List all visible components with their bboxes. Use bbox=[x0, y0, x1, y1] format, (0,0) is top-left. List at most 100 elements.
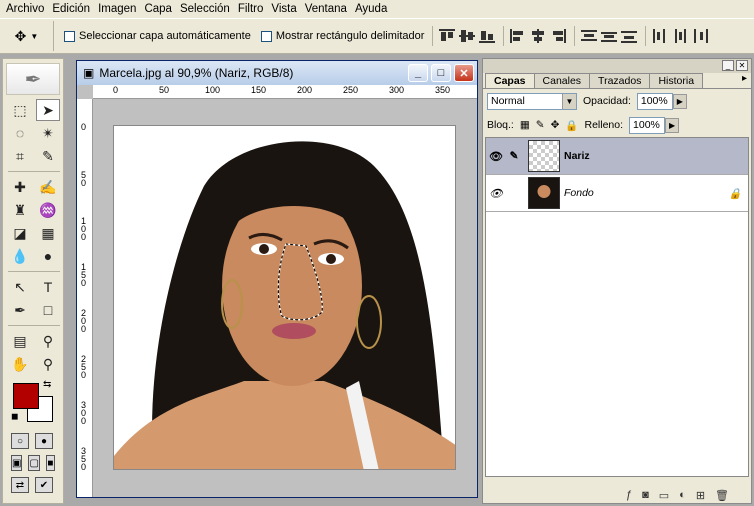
path-selection-tool-icon[interactable]: ↖ bbox=[8, 276, 32, 298]
checkbox-box[interactable] bbox=[260, 30, 272, 42]
rectangle-tool-icon[interactable]: □ bbox=[36, 299, 60, 321]
layer-name[interactable]: Nariz bbox=[564, 150, 590, 162]
hand-tool-icon[interactable]: ✋ bbox=[8, 353, 32, 375]
tab-canales[interactable]: Canales bbox=[533, 73, 591, 88]
screen-mode-full-icon[interactable]: ■ bbox=[45, 455, 55, 471]
layer-row-fondo[interactable]: 👁 Fondo 🔒 bbox=[486, 175, 748, 212]
marquee-tool-icon[interactable]: ⬚ bbox=[8, 99, 32, 121]
fill-field[interactable]: 100% bbox=[629, 116, 666, 134]
screen-mode-full-menu-icon[interactable]: ▢ bbox=[28, 455, 40, 471]
document-titlebar[interactable]: ▣ Marcela.jpg al 90,9% (Nariz, RGB/8) _ … bbox=[77, 61, 477, 85]
layers-footer: ƒ ◙ ▭ ◐ ⊞ 🗑 bbox=[483, 487, 751, 503]
jump-to-imageready-icon[interactable]: ⇄ bbox=[11, 477, 29, 493]
lock-image-icon[interactable]: ✎ bbox=[536, 119, 545, 131]
opacity-slider-icon[interactable]: ▶ bbox=[672, 93, 687, 109]
history-brush-tool-icon[interactable]: ♒ bbox=[36, 199, 60, 221]
layer-row-nariz[interactable]: 👁 ✎ Nariz bbox=[486, 138, 748, 175]
tab-trazados[interactable]: Trazados bbox=[589, 73, 651, 88]
blend-mode-select[interactable]: Normal ▼ bbox=[487, 92, 577, 110]
default-colors-icon[interactable]: ◼ bbox=[11, 411, 18, 422]
type-tool-icon[interactable]: T bbox=[36, 276, 60, 298]
layer-name[interactable]: Fondo bbox=[564, 187, 594, 199]
menu-ayuda[interactable]: Ayuda bbox=[353, 3, 393, 15]
photo-canvas[interactable] bbox=[113, 125, 456, 470]
align-hcenter-icon[interactable] bbox=[530, 29, 546, 43]
swap-colors-icon[interactable]: ⇆ bbox=[43, 379, 51, 390]
close-button[interactable]: ✕ bbox=[454, 64, 474, 82]
distribute-vcenter-icon[interactable] bbox=[601, 29, 618, 43]
menu-vista[interactable]: Vista bbox=[269, 3, 302, 15]
distribute-hcenter-icon[interactable] bbox=[672, 29, 688, 43]
menu-filtro[interactable]: Filtro bbox=[236, 3, 270, 15]
adjustment-layer-icon[interactable]: ◐ bbox=[679, 489, 686, 501]
distribute-top-icon[interactable] bbox=[581, 29, 598, 43]
align-top-icon[interactable] bbox=[439, 29, 456, 43]
align-vcenter-icon[interactable] bbox=[459, 29, 476, 43]
pen-tool-icon[interactable]: ✒ bbox=[8, 299, 32, 321]
eyedropper-tool-icon[interactable]: ⚲ bbox=[36, 330, 60, 352]
document-title: Marcela.jpg al 90,9% (Nariz, RGB/8) bbox=[99, 66, 294, 80]
menu-edicion[interactable]: Edición bbox=[50, 3, 96, 15]
eraser-tool-icon[interactable]: ◪ bbox=[8, 222, 32, 244]
checkbox-box[interactable] bbox=[64, 30, 75, 42]
distribute-right-icon[interactable] bbox=[692, 29, 709, 43]
magic-wand-tool-icon[interactable]: ✴ bbox=[36, 122, 60, 144]
menu-imagen[interactable]: Imagen bbox=[96, 3, 142, 15]
distribute-bottom-icon[interactable] bbox=[621, 29, 638, 43]
menu-ventana[interactable]: Ventana bbox=[303, 3, 353, 15]
tab-historia[interactable]: Historia bbox=[649, 73, 704, 88]
panel-minimize-icon[interactable]: _ bbox=[722, 60, 734, 71]
panel-close-icon[interactable]: ✕ bbox=[736, 60, 748, 71]
foreground-color[interactable] bbox=[13, 383, 39, 409]
blur-tool-icon[interactable]: 💧 bbox=[8, 245, 32, 267]
feather-logo-icon[interactable]: ✒ bbox=[6, 63, 60, 95]
minimize-button[interactable]: _ bbox=[408, 64, 428, 82]
clone-stamp-tool-icon[interactable]: ♜ bbox=[8, 199, 32, 221]
brush-link-icon[interactable]: ✎ bbox=[506, 150, 522, 162]
align-right-icon[interactable] bbox=[550, 29, 567, 43]
align-left-icon[interactable] bbox=[510, 29, 526, 43]
brush-tool-icon[interactable]: ✍ bbox=[36, 176, 60, 198]
fill-slider-icon[interactable]: ▶ bbox=[665, 117, 680, 133]
tool-preset-picker[interactable]: ✥ ▼ bbox=[0, 21, 54, 51]
healing-brush-tool-icon[interactable]: ✚ bbox=[8, 176, 32, 198]
slice-tool-icon[interactable]: ✎ bbox=[36, 145, 60, 167]
auto-select-checkbox[interactable]: Seleccionar capa automáticamente bbox=[64, 30, 251, 42]
new-layer-icon[interactable]: ⊞ bbox=[696, 489, 705, 502]
move-tool-icon[interactable]: ➤ bbox=[36, 99, 60, 121]
align-bottom-icon[interactable] bbox=[479, 29, 496, 43]
ruler-label: 0 bbox=[113, 85, 119, 95]
opacity-field[interactable]: 100% bbox=[636, 92, 673, 110]
distribute-left-icon[interactable] bbox=[652, 29, 668, 43]
edit-in-imageready-icon[interactable]: ✔ bbox=[35, 477, 53, 493]
bounding-box-checkbox[interactable]: Mostrar rectángulo delimitador bbox=[260, 30, 424, 42]
standard-mode-icon[interactable]: ○ bbox=[11, 433, 29, 449]
lock-transparency-icon[interactable]: ▦ bbox=[520, 119, 530, 131]
panel-menu-icon[interactable]: ▸ bbox=[742, 73, 747, 88]
eye-icon[interactable]: 👁 bbox=[486, 150, 506, 163]
lasso-tool-icon[interactable]: ◌ bbox=[8, 122, 32, 144]
screen-mode-standard-icon[interactable]: ▣ bbox=[11, 455, 23, 471]
menu-seleccion[interactable]: Selección bbox=[178, 3, 236, 15]
menu-capa[interactable]: Capa bbox=[142, 3, 178, 15]
new-group-icon[interactable]: ▭ bbox=[659, 489, 669, 502]
layer-style-icon[interactable]: ƒ bbox=[626, 489, 632, 501]
zoom-tool-icon[interactable]: ⚲ bbox=[36, 353, 60, 375]
lock-position-icon[interactable]: ✥ bbox=[551, 119, 560, 131]
dodge-tool-icon[interactable]: ● bbox=[36, 245, 60, 267]
canvas-area[interactable] bbox=[93, 99, 477, 497]
eye-icon[interactable]: 👁 bbox=[486, 187, 506, 200]
tab-capas[interactable]: Capas bbox=[485, 73, 535, 88]
chevron-down-icon[interactable]: ▼ bbox=[562, 93, 576, 109]
gradient-tool-icon[interactable]: ▦ bbox=[36, 222, 60, 244]
layer-mask-icon[interactable]: ◙ bbox=[642, 489, 649, 501]
menu-archivo[interactable]: Archivo bbox=[4, 3, 50, 15]
lock-all-icon[interactable]: 🔒 bbox=[565, 119, 578, 132]
notes-tool-icon[interactable]: ▤ bbox=[8, 330, 32, 352]
maximize-button[interactable]: □ bbox=[431, 64, 451, 82]
trash-icon[interactable]: 🗑 bbox=[715, 489, 729, 502]
quick-mask-icon[interactable]: ● bbox=[35, 433, 53, 449]
crop-tool-icon[interactable]: ⌗ bbox=[8, 145, 32, 167]
layer-thumbnail bbox=[528, 140, 560, 172]
portrait-image bbox=[114, 126, 455, 469]
